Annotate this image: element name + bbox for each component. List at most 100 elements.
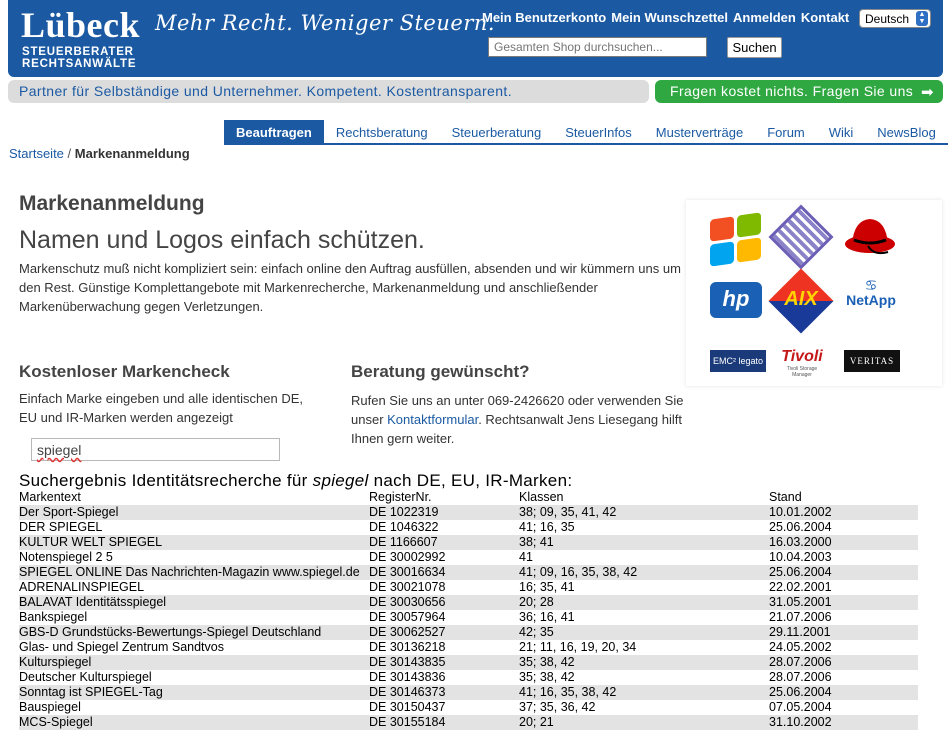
language-value: Deutsch bbox=[865, 12, 910, 26]
cell-registernr: DE 30002992 bbox=[369, 550, 446, 564]
cell-markentext: Bankspiegel bbox=[19, 610, 88, 624]
language-select[interactable]: Deutsch ▲ ▼ bbox=[859, 9, 931, 28]
cell-stand: 16.03.2000 bbox=[769, 535, 918, 550]
cell-stand: 25.06.2004 bbox=[769, 520, 832, 534]
contact-form-link[interactable]: Kontaktformular bbox=[387, 412, 478, 427]
netapp-logo-text: NetApp bbox=[846, 292, 896, 308]
cell-klassen: 20; 28 bbox=[519, 595, 769, 610]
cell-klassen: 36; 16, 41 bbox=[519, 610, 575, 624]
account-link[interactable]: Mein Benutzerkonto bbox=[482, 10, 606, 25]
cell-markentext: MCS-Spiegel bbox=[19, 715, 369, 730]
tab-steuerberatung[interactable]: Steuerberatung bbox=[439, 120, 554, 145]
column-header-stand: Stand bbox=[769, 490, 802, 504]
table-row: ADRENALINSPIEGEL DE 30021078 16; 35, 41 22.… bbox=[19, 580, 918, 595]
table-row: DER SPIEGEL DE 1046322 41; 16, 35 25.06.200… bbox=[19, 520, 918, 535]
cell-registernr: DE 30057964 bbox=[369, 610, 446, 624]
tab-mustervertraege[interactable]: Musterverträge bbox=[643, 120, 756, 145]
cell-registernr: DE 30030656 bbox=[369, 595, 519, 610]
cell-markentext: Der Sport-Spiegel bbox=[19, 505, 369, 520]
cell-klassen: 21; 11, 16, 19, 20, 34 bbox=[519, 640, 637, 654]
cell-markentext: Glas- und Spiegel Zentrum Sandtvos bbox=[19, 640, 224, 654]
tivoli-logo: Tivoli Tivoli Storage Manager bbox=[778, 348, 826, 378]
redhat-icon bbox=[845, 219, 895, 255]
table-row: KULTUR WELT SPIEGEL DE 1166607 38; 41 16.03… bbox=[19, 535, 918, 550]
cell-stand: 29.11.2001 bbox=[769, 625, 918, 640]
wishlist-link[interactable]: Mein Wunschzettel bbox=[611, 10, 728, 25]
windows-pane-blue bbox=[710, 241, 734, 267]
tab-steuerinfos[interactable]: SteuerInfos bbox=[553, 120, 644, 145]
tivoli-logo-text: Tivoli bbox=[781, 348, 823, 365]
tab-newsblog[interactable]: NewsBlog bbox=[865, 120, 948, 145]
cell-stand: 07.05.2004 bbox=[769, 700, 832, 714]
page-title: Markenanmeldung bbox=[19, 192, 205, 215]
cell-markentext: Kulturspiegel bbox=[19, 655, 369, 670]
logo-text[interactable]: Lübeck bbox=[21, 7, 140, 43]
cell-markentext: ADRENALINSPIEGEL bbox=[19, 580, 145, 594]
cell-markentext: DER SPIEGEL bbox=[19, 520, 103, 534]
tab-forum[interactable]: Forum bbox=[755, 120, 817, 145]
arrow-right-icon: ➡ bbox=[921, 84, 934, 101]
tab-wiki[interactable]: Wiki bbox=[816, 120, 866, 145]
cell-registernr: DE 1046322 bbox=[369, 520, 439, 534]
windows-pane-green bbox=[737, 212, 761, 238]
cell-klassen: 38; 09, 35, 41, 42 bbox=[519, 505, 769, 520]
table-row: GBS-D Grundstücks-Bewertungs-Spiegel Deu… bbox=[19, 625, 918, 640]
cell-klassen: 38; 41 bbox=[519, 535, 769, 550]
cell-klassen: 41; 16, 35 bbox=[519, 520, 575, 534]
login-link[interactable]: Anmelden bbox=[733, 10, 796, 25]
cell-stand: 28.07.2006 bbox=[769, 670, 832, 684]
cell-stand: 25.06.2004 bbox=[769, 685, 918, 700]
column-header-markentext: Markentext bbox=[19, 490, 81, 504]
advice-text: Rufen Sie uns an unter 069-2426620 oder … bbox=[351, 391, 691, 448]
table-row: Sonntag ist SPIEGEL-Tag DE 30146373 41; 16… bbox=[19, 685, 918, 700]
trademark-search-input[interactable]: spiegel bbox=[31, 438, 280, 461]
cell-markentext: Bauspiegel bbox=[19, 700, 81, 714]
cell-registernr: DE 30062527 bbox=[369, 625, 519, 640]
shop-search-input[interactable] bbox=[488, 37, 707, 57]
cell-registernr: DE 30016634 bbox=[369, 565, 519, 580]
logo-line-2: RECHTSANWÄLTE bbox=[22, 58, 137, 70]
advice-title: Beratung gewünscht? bbox=[351, 362, 530, 381]
logo-line-1: STEUERBERATER bbox=[22, 46, 134, 58]
check-text: Einfach Marke eingeben und alle identisc… bbox=[19, 391, 304, 425]
veritas-logo: VERITAS bbox=[844, 350, 900, 372]
windows-logo bbox=[708, 212, 766, 267]
table-row: Deutscher Kulturspiegel DE 30143836 35; 38… bbox=[19, 670, 918, 685]
cell-stand: 21.07.2006 bbox=[769, 610, 832, 624]
table-row: Kulturspiegel DE 30143835 35; 38, 42 28.07.… bbox=[19, 655, 918, 670]
cell-registernr: DE 30143835 bbox=[369, 655, 519, 670]
cell-stand: 10.04.2003 bbox=[769, 550, 832, 564]
breadcrumb: Startseite / Markenanmeldung bbox=[9, 146, 190, 161]
search-button[interactable]: Suchen bbox=[727, 37, 782, 58]
cta-button[interactable]: Fragen kostet nichts. Fragen Sie uns ➡ bbox=[655, 80, 943, 103]
breadcrumb-home[interactable]: Startseite bbox=[9, 146, 64, 161]
redhat-logo bbox=[844, 216, 896, 256]
cell-registernr: DE 30146373 bbox=[369, 685, 519, 700]
cell-markentext: SPIEGEL ONLINE Das Nachrichten-Magazin w… bbox=[19, 565, 369, 580]
check-title: Kostenloser Markencheck bbox=[19, 362, 230, 381]
results-table: Markentext RegisterNr. Klassen Stand Der… bbox=[19, 490, 918, 730]
cell-klassen: 20; 21 bbox=[519, 715, 769, 730]
trademark-search-value: spiegel bbox=[37, 442, 82, 458]
cell-stand: 24.05.2002 bbox=[769, 640, 832, 654]
intro-text: Markenschutz muß nicht kompliziert sein:… bbox=[19, 261, 681, 314]
column-header-klassen: Klassen bbox=[519, 490, 564, 504]
table-row: Der Sport-Spiegel DE 1022319 38; 09, 35, 4… bbox=[19, 505, 918, 520]
cell-klassen: 41 bbox=[519, 550, 533, 564]
table-row: Notenspiegel 2 5 DE 30002992 41 10.04.2003 bbox=[19, 550, 918, 565]
cell-markentext: BALAVAT Identitätsspiegel bbox=[19, 595, 369, 610]
site-slogan: Mehr Recht. Weniger Steuern. bbox=[155, 11, 496, 35]
cell-registernr: DE 30021078 bbox=[369, 580, 446, 594]
page-subtitle: Namen und Logos einfach schützen. bbox=[19, 226, 425, 254]
table-row: Glas- und Spiegel Zentrum Sandtvos DE 301… bbox=[19, 640, 918, 655]
tab-beauftragen[interactable]: Beauftragen bbox=[224, 120, 324, 145]
results-heading-after: nach DE, EU, IR-Marken: bbox=[368, 471, 573, 490]
aix-logo-text: AIX bbox=[784, 288, 818, 310]
breadcrumb-current: Markenanmeldung bbox=[74, 146, 190, 161]
account-nav: Mein Benutzerkonto Mein Wunschzettel Anm… bbox=[482, 10, 849, 25]
tab-rechtsberatung[interactable]: Rechtsberatung bbox=[323, 120, 440, 145]
netapp-logo: ♋︎ NetApp bbox=[842, 278, 900, 308]
cell-klassen: 42; 35 bbox=[519, 625, 769, 640]
contact-link[interactable]: Kontakt bbox=[801, 10, 849, 25]
cell-klassen: 41; 09, 16, 35, 38, 42 bbox=[519, 565, 769, 580]
